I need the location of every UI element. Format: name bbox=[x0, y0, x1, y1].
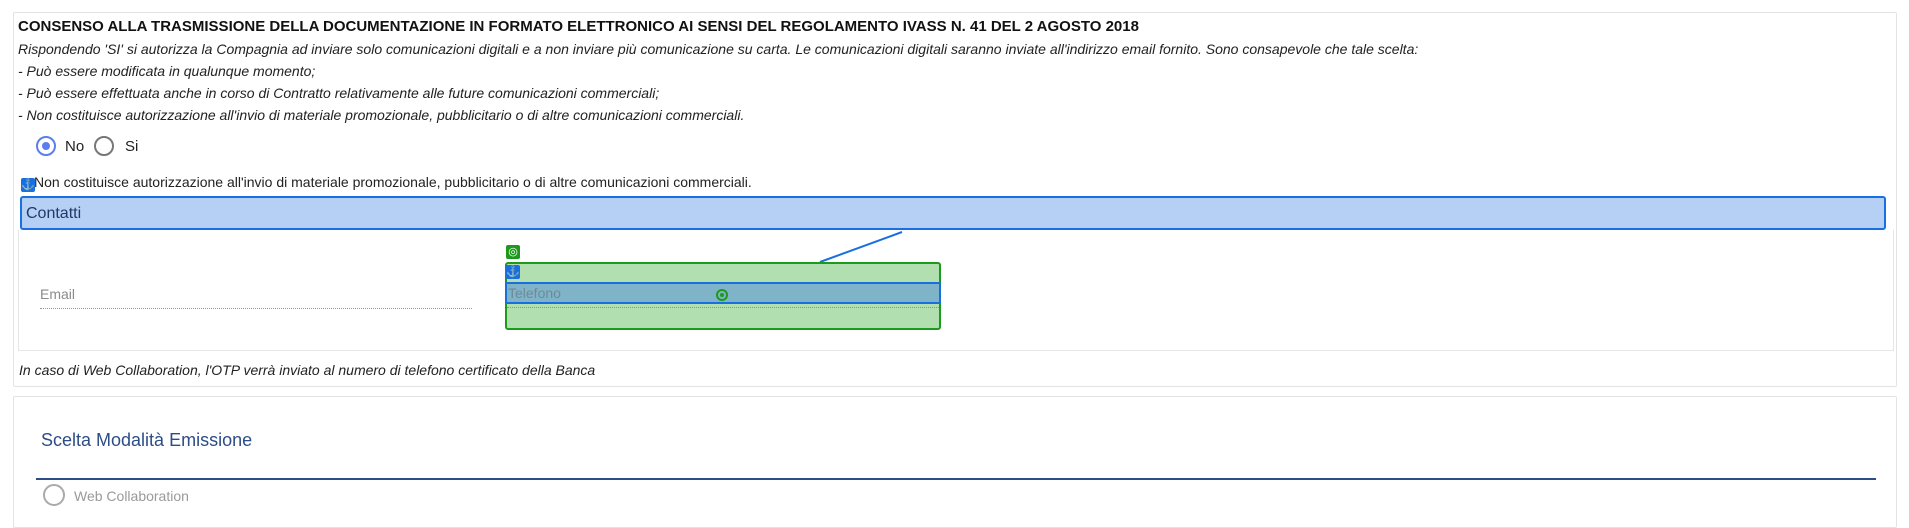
radio-web-collaboration[interactable] bbox=[43, 484, 65, 506]
target-icon[interactable]: ◎ bbox=[506, 245, 520, 259]
emission-title: Scelta Modalità Emissione bbox=[41, 430, 253, 450]
move-handle-icon[interactable] bbox=[715, 288, 729, 302]
emission-divider bbox=[36, 478, 1876, 480]
emission-panel bbox=[13, 396, 1897, 528]
web-collaboration-label: Web Collaboration bbox=[74, 488, 189, 504]
phone-label: Telefono bbox=[508, 285, 561, 301]
anchor-icon-phone[interactable]: ⚓ bbox=[506, 265, 520, 279]
phone-field-underline bbox=[507, 307, 939, 308]
otp-note: In caso di Web Collaboration, l'OTP verr… bbox=[19, 362, 596, 378]
